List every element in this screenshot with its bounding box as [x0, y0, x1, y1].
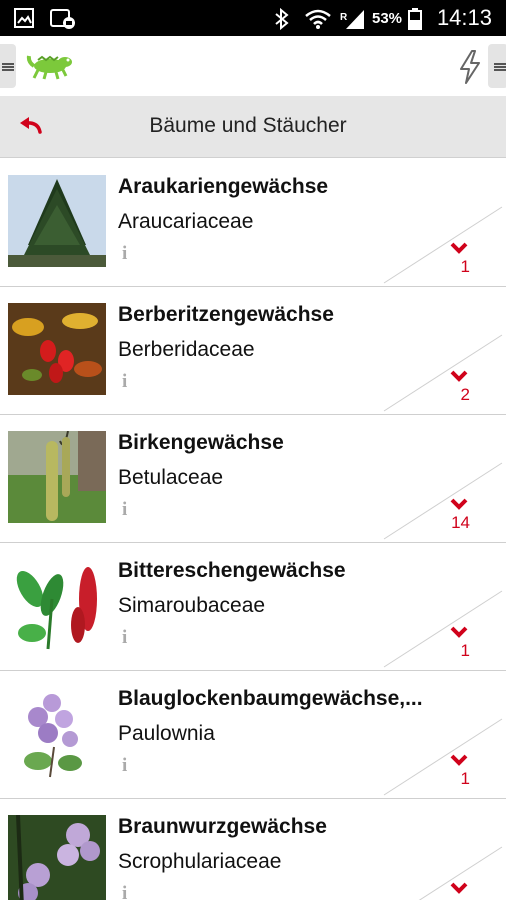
bluetooth-icon: [275, 8, 289, 30]
list-item[interactable]: Blauglockenbaumgewächse,... Paulownia i …: [0, 671, 506, 799]
gallery-icon: [14, 8, 34, 28]
chevron-down-icon[interactable]: [449, 241, 469, 255]
species-count: 14: [451, 513, 470, 532]
list-item[interactable]: Birkengewächse Betulaceae i 14: [0, 415, 506, 543]
chevron-down-icon[interactable]: [449, 625, 469, 639]
species-count: 1: [460, 769, 470, 788]
battery-icon: [408, 8, 422, 30]
list-item[interactable]: Braunwurzgewächse Scrophulariaceae i: [0, 799, 506, 900]
row-divider-line: [418, 846, 503, 900]
chevron-down-icon[interactable]: [449, 881, 469, 895]
lightning-icon[interactable]: [458, 50, 482, 84]
section-header: Bäume und Stäucher: [0, 96, 506, 158]
hamburger-icon: [494, 63, 506, 71]
left-menu-button[interactable]: [0, 44, 16, 88]
signal-icon: R: [340, 10, 364, 29]
right-menu-button[interactable]: [488, 44, 506, 88]
app-logo[interactable]: [26, 52, 76, 82]
svg-text:R: R: [340, 12, 348, 23]
chevron-down-icon[interactable]: [449, 369, 469, 383]
app-bar: [0, 36, 506, 96]
wifi-icon: [305, 9, 331, 29]
list-item[interactable]: Araukariengewächse Araucariaceae i 1: [0, 159, 506, 287]
chevron-down-icon[interactable]: [449, 753, 469, 767]
species-count: 2: [460, 385, 470, 404]
battery-percent: 53%: [372, 10, 403, 27]
chevron-down-icon[interactable]: [449, 497, 469, 511]
clock: 14:13: [436, 5, 492, 30]
page-title: Bäume und Stäucher: [149, 114, 347, 137]
species-count: 1: [460, 257, 470, 276]
hamburger-icon: [2, 63, 14, 71]
app-notification-icon: [50, 9, 75, 29]
list-item[interactable]: Berberitzengewächse Berberidaceae i 2: [0, 287, 506, 415]
species-count: 1: [460, 641, 470, 660]
status-bar: R 53% 14:13: [0, 0, 506, 36]
list-item[interactable]: Bittereschengewächse Simaroubaceae i 1: [0, 543, 506, 671]
family-list: Araukariengewächse Araucariaceae i 1 Ber…: [0, 159, 506, 900]
